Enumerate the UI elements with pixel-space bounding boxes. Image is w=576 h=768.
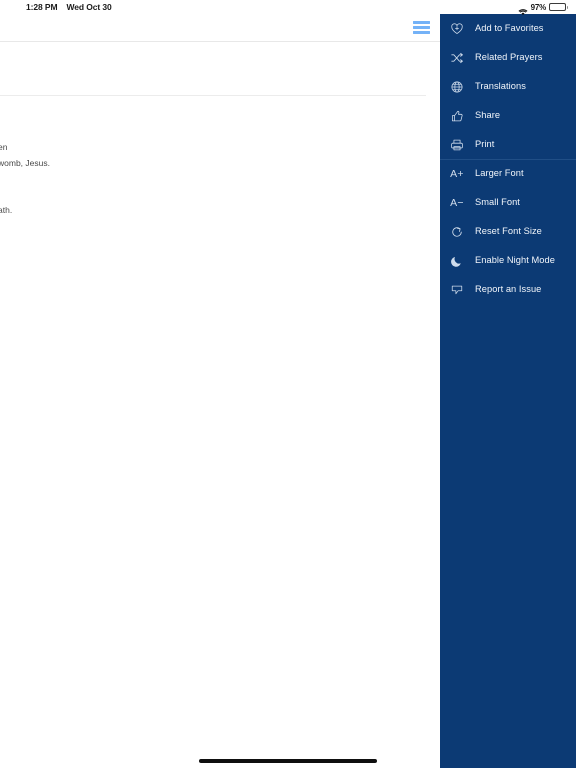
status-bar: 1:28 PM Wed Oct 30 97% [0, 0, 576, 16]
menu-item-label: Larger Font [475, 167, 524, 178]
heart-plus-icon [447, 19, 467, 39]
menu-item-related-prayers[interactable]: Related Prayers [440, 43, 576, 72]
printer-icon [447, 135, 467, 155]
menu-item-label: Related Prayers [475, 51, 543, 62]
status-bar-left: 1:28 PM Wed Oct 30 [26, 2, 112, 12]
moon-icon [447, 251, 467, 271]
menu-item-enable-night-mode[interactable]: Enable Night Mode [440, 246, 576, 275]
hamburger-bar-3 [413, 31, 430, 34]
status-bar-right: 97% [518, 2, 568, 16]
shuffle-icon [447, 48, 467, 68]
speech-bubble-icon [447, 280, 467, 300]
status-time: 1:28 PM [26, 2, 58, 12]
menu-item-label: Print [475, 138, 495, 149]
reader-pane: en womb, Jesus. ath. [0, 14, 440, 768]
menu-item-label: Enable Night Mode [475, 254, 555, 265]
menu-item-label: Translations [475, 80, 526, 91]
menu-item-share[interactable]: Share [440, 101, 576, 130]
a-plus-icon: A+ [450, 167, 464, 180]
refresh-circle-icon [447, 222, 467, 242]
wifi-icon [518, 3, 528, 16]
menu-item-label: Reset Font Size [475, 225, 542, 236]
battery-icon [549, 3, 568, 11]
hamburger-bar-2 [413, 26, 430, 29]
tablet-screen: 1:28 PM Wed Oct 30 97% en womb, Jesus. a… [0, 0, 576, 768]
options-menu-panel: Add to Favorites Related Prayers Transla… [440, 14, 576, 768]
home-indicator [199, 759, 377, 763]
menu-item-label: Report an Issue [475, 283, 542, 294]
thumbs-up-icon [447, 106, 467, 126]
menu-item-small-font[interactable]: A− Small Font [440, 188, 576, 217]
prayer-text-line: womb, Jesus. [0, 158, 50, 168]
prayer-text-line: ath. [0, 205, 13, 215]
menu-item-label: Add to Favorites [475, 22, 544, 33]
menu-item-add-to-favorites[interactable]: Add to Favorites [440, 14, 576, 43]
status-date: Wed Oct 30 [66, 2, 112, 12]
menu-item-reset-font-size[interactable]: Reset Font Size [440, 217, 576, 246]
menu-item-report-an-issue[interactable]: Report an Issue [440, 275, 576, 304]
globe-icon [447, 77, 467, 97]
menu-item-larger-font[interactable]: A+ Larger Font [440, 159, 576, 188]
menu-item-translations[interactable]: Translations [440, 72, 576, 101]
menu-item-label: Share [475, 109, 501, 120]
menu-item-label: Small Font [475, 196, 520, 207]
hamburger-bar-1 [413, 21, 430, 24]
content-divider [0, 95, 426, 96]
menu-item-print[interactable]: Print [440, 130, 576, 159]
app-toolbar [0, 14, 440, 42]
hamburger-menu-icon[interactable] [413, 21, 430, 34]
prayer-text-line: en [0, 142, 8, 152]
a-minus-icon: A− [450, 196, 464, 209]
battery-percent-label: 97% [530, 2, 547, 12]
